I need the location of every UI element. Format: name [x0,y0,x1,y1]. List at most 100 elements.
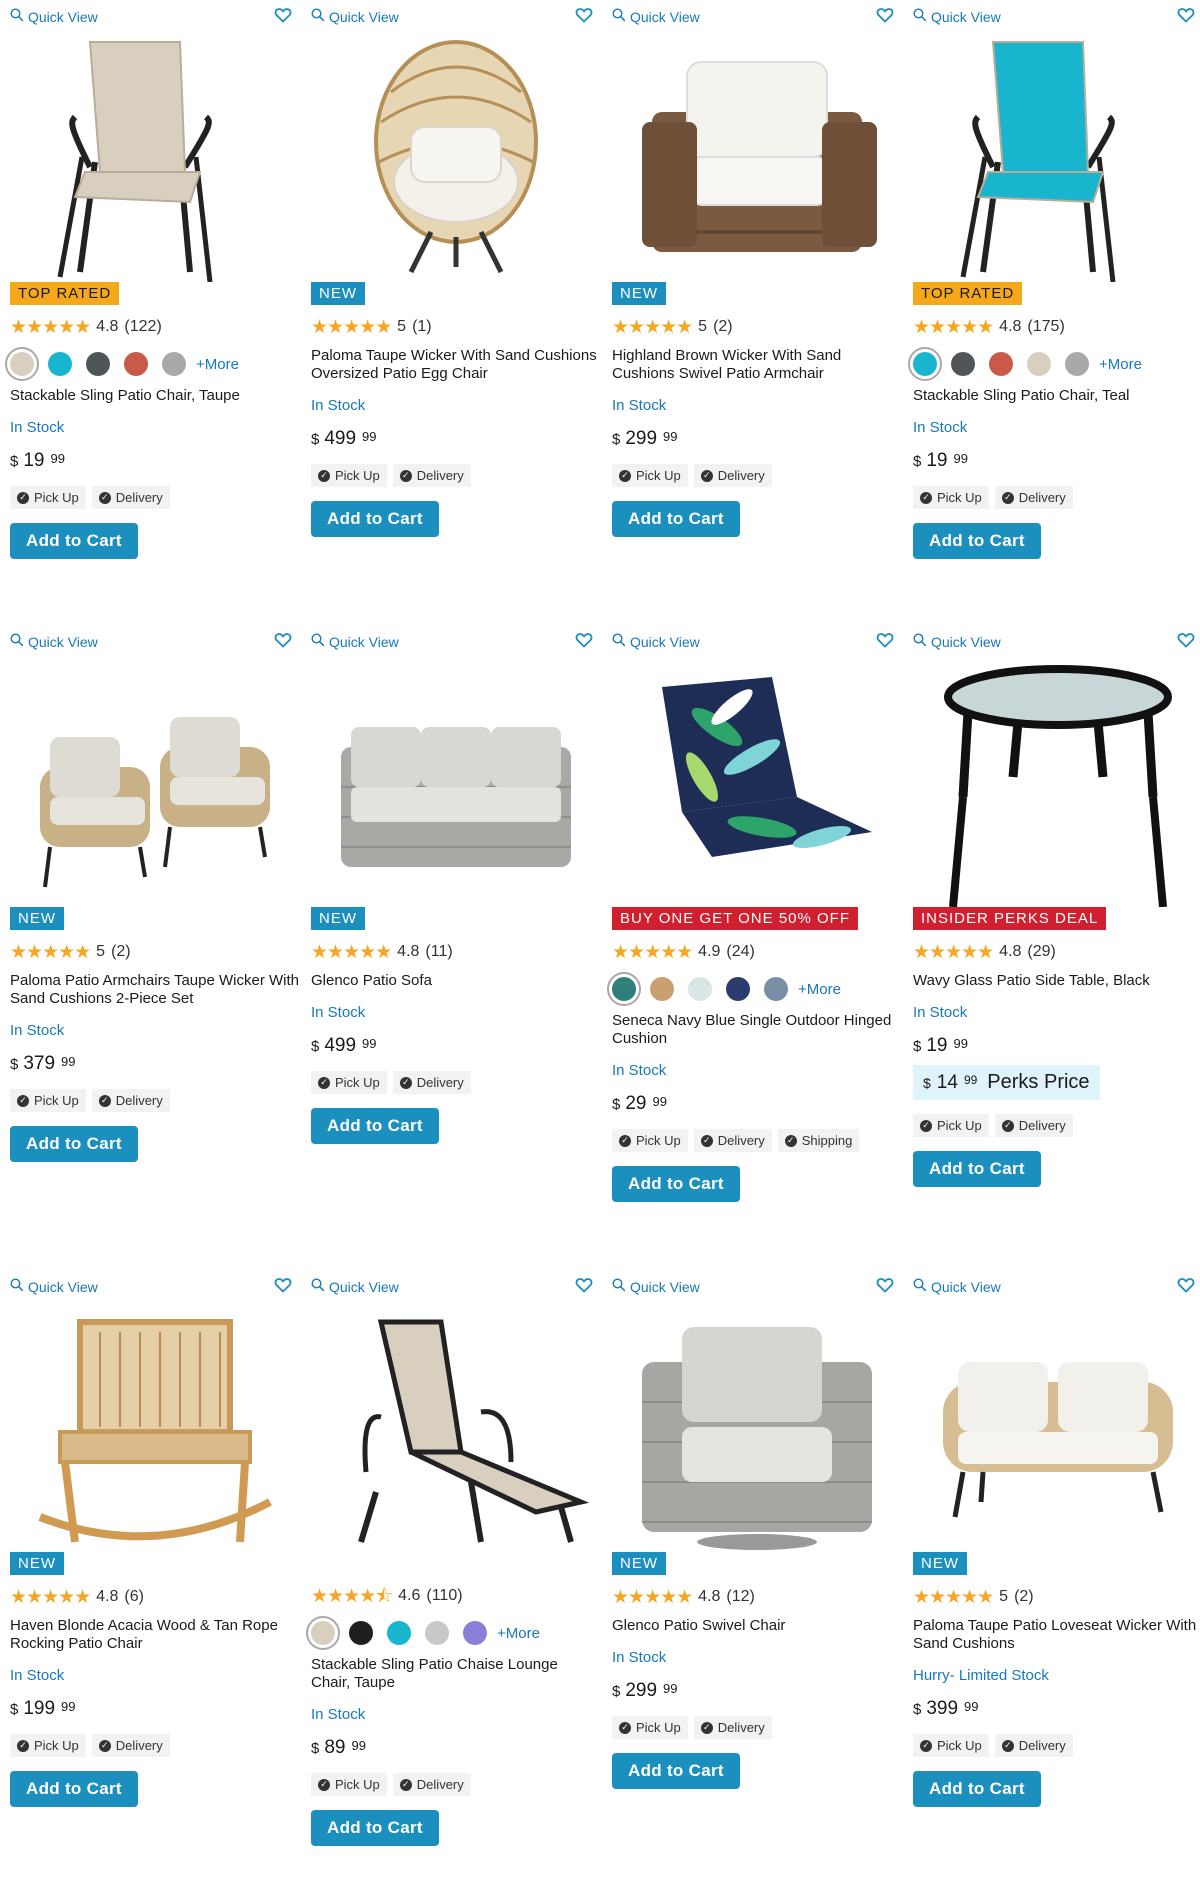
delivery-option[interactable]: ✓ Delivery [994,486,1073,509]
product-title[interactable]: Glenco Patio Swivel Chair [612,1617,902,1635]
quick-view-link[interactable]: Quick View [10,8,98,25]
pick-up-option[interactable]: ✓ Pick Up [10,1089,86,1112]
color-swatch[interactable] [425,1621,449,1645]
quick-view-link[interactable]: Quick View [913,633,1001,650]
shipping-option[interactable]: ✓ Shipping [777,1129,860,1152]
favorite-heart-icon[interactable] [274,631,292,649]
favorite-heart-icon[interactable] [1177,6,1195,24]
quick-view-link[interactable]: Quick View [612,633,700,650]
add-to-cart-button[interactable]: Add to Cart [311,1810,439,1846]
delivery-option[interactable]: ✓ Delivery [392,1773,471,1796]
color-swatch[interactable] [607,972,641,1006]
more-colors-link[interactable]: +More [196,356,239,373]
rating-row[interactable]: ★★★★★ 4.8 (6) [10,1587,300,1607]
delivery-option[interactable]: ✓ Delivery [994,1734,1073,1757]
add-to-cart-button[interactable]: Add to Cart [612,501,740,537]
product-image[interactable] [913,657,1200,907]
pick-up-option[interactable]: ✓ Pick Up [10,486,86,509]
pick-up-option[interactable]: ✓ Pick Up [311,464,387,487]
more-colors-link[interactable]: +More [798,981,841,998]
product-image[interactable] [311,1302,601,1552]
product-image[interactable] [10,657,300,907]
add-to-cart-button[interactable]: Add to Cart [612,1166,740,1202]
product-image[interactable] [612,32,902,282]
color-swatch[interactable] [463,1621,487,1645]
pick-up-option[interactable]: ✓ Pick Up [913,1114,989,1137]
color-swatch[interactable] [908,347,942,381]
delivery-option[interactable]: ✓ Delivery [392,464,471,487]
product-title[interactable]: Seneca Navy Blue Single Outdoor Hinged C… [612,1012,902,1048]
quick-view-link[interactable]: Quick View [10,1278,98,1295]
rating-row[interactable]: ★★★★★ 5 (2) [10,942,300,962]
rating-row[interactable]: ★★★★★ 4.8 (12) [612,1587,902,1607]
rating-row[interactable]: ★★★★★ 4.8 (122) [10,317,300,337]
color-swatch[interactable] [48,352,72,376]
product-title[interactable]: Paloma Taupe Patio Loveseat Wicker With … [913,1617,1200,1653]
color-swatch[interactable] [162,352,186,376]
quick-view-link[interactable]: Quick View [913,8,1001,25]
product-title[interactable]: Paloma Patio Armchairs Taupe Wicker With… [10,972,300,1008]
product-image[interactable] [913,1302,1200,1552]
color-swatch[interactable] [989,352,1013,376]
favorite-heart-icon[interactable] [274,6,292,24]
rating-row[interactable]: ★★★★★ 5 (2) [612,317,902,337]
color-swatch[interactable] [764,977,788,1001]
add-to-cart-button[interactable]: Add to Cart [913,523,1041,559]
delivery-option[interactable]: ✓ Delivery [994,1114,1073,1137]
color-swatch[interactable] [1027,352,1051,376]
delivery-option[interactable]: ✓ Delivery [91,1089,170,1112]
quick-view-link[interactable]: Quick View [612,8,700,25]
delivery-option[interactable]: ✓ Delivery [693,1716,772,1739]
rating-row[interactable]: ★★★★★ 5 (2) [913,1587,1200,1607]
add-to-cart-button[interactable]: Add to Cart [311,501,439,537]
pick-up-option[interactable]: ✓ Pick Up [311,1773,387,1796]
product-title[interactable]: Stackable Sling Patio Chair, Teal [913,387,1200,405]
quick-view-link[interactable]: Quick View [311,8,399,25]
color-swatch[interactable] [306,1616,340,1650]
color-swatch[interactable] [124,352,148,376]
quick-view-link[interactable]: Quick View [612,1278,700,1295]
product-image[interactable] [10,32,300,282]
color-swatch[interactable] [726,977,750,1001]
rating-row[interactable]: ★★★★★ 4.8 (175) [913,317,1200,337]
product-title[interactable]: Haven Blonde Acacia Wood & Tan Rope Rock… [10,1617,300,1653]
product-image[interactable] [612,657,902,907]
favorite-heart-icon[interactable] [1177,631,1195,649]
product-title[interactable]: Highland Brown Wicker With Sand Cushions… [612,347,902,383]
quick-view-link[interactable]: Quick View [311,1278,399,1295]
more-colors-link[interactable]: +More [497,1625,540,1642]
pick-up-option[interactable]: ✓ Pick Up [10,1734,86,1757]
product-image[interactable] [311,32,601,282]
pick-up-option[interactable]: ✓ Pick Up [612,464,688,487]
rating-row[interactable]: ★★★★★ 4.9 (24) [612,942,902,962]
color-swatch[interactable] [387,1621,411,1645]
add-to-cart-button[interactable]: Add to Cart [612,1753,740,1789]
pick-up-option[interactable]: ✓ Pick Up [612,1716,688,1739]
quick-view-link[interactable]: Quick View [913,1278,1001,1295]
color-swatch[interactable] [951,352,975,376]
product-title[interactable]: Stackable Sling Patio Chair, Taupe [10,387,300,405]
delivery-option[interactable]: ✓ Delivery [91,1734,170,1757]
delivery-option[interactable]: ✓ Delivery [693,464,772,487]
quick-view-link[interactable]: Quick View [311,633,399,650]
color-swatch[interactable] [349,1621,373,1645]
add-to-cart-button[interactable]: Add to Cart [311,1108,439,1144]
delivery-option[interactable]: ✓ Delivery [392,1071,471,1094]
product-image[interactable] [10,1302,300,1552]
favorite-heart-icon[interactable] [575,631,593,649]
add-to-cart-button[interactable]: Add to Cart [913,1151,1041,1187]
add-to-cart-button[interactable]: Add to Cart [10,1771,138,1807]
favorite-heart-icon[interactable] [1177,1276,1195,1294]
product-title[interactable]: Wavy Glass Patio Side Table, Black [913,972,1200,990]
color-swatch[interactable] [1065,352,1089,376]
favorite-heart-icon[interactable] [876,6,894,24]
product-image[interactable] [311,657,601,907]
favorite-heart-icon[interactable] [575,6,593,24]
color-swatch[interactable] [688,977,712,1001]
color-swatch[interactable] [650,977,674,1001]
add-to-cart-button[interactable]: Add to Cart [10,523,138,559]
color-swatch[interactable] [5,347,39,381]
more-colors-link[interactable]: +More [1099,356,1142,373]
pick-up-option[interactable]: ✓ Pick Up [913,1734,989,1757]
delivery-option[interactable]: ✓ Delivery [91,486,170,509]
